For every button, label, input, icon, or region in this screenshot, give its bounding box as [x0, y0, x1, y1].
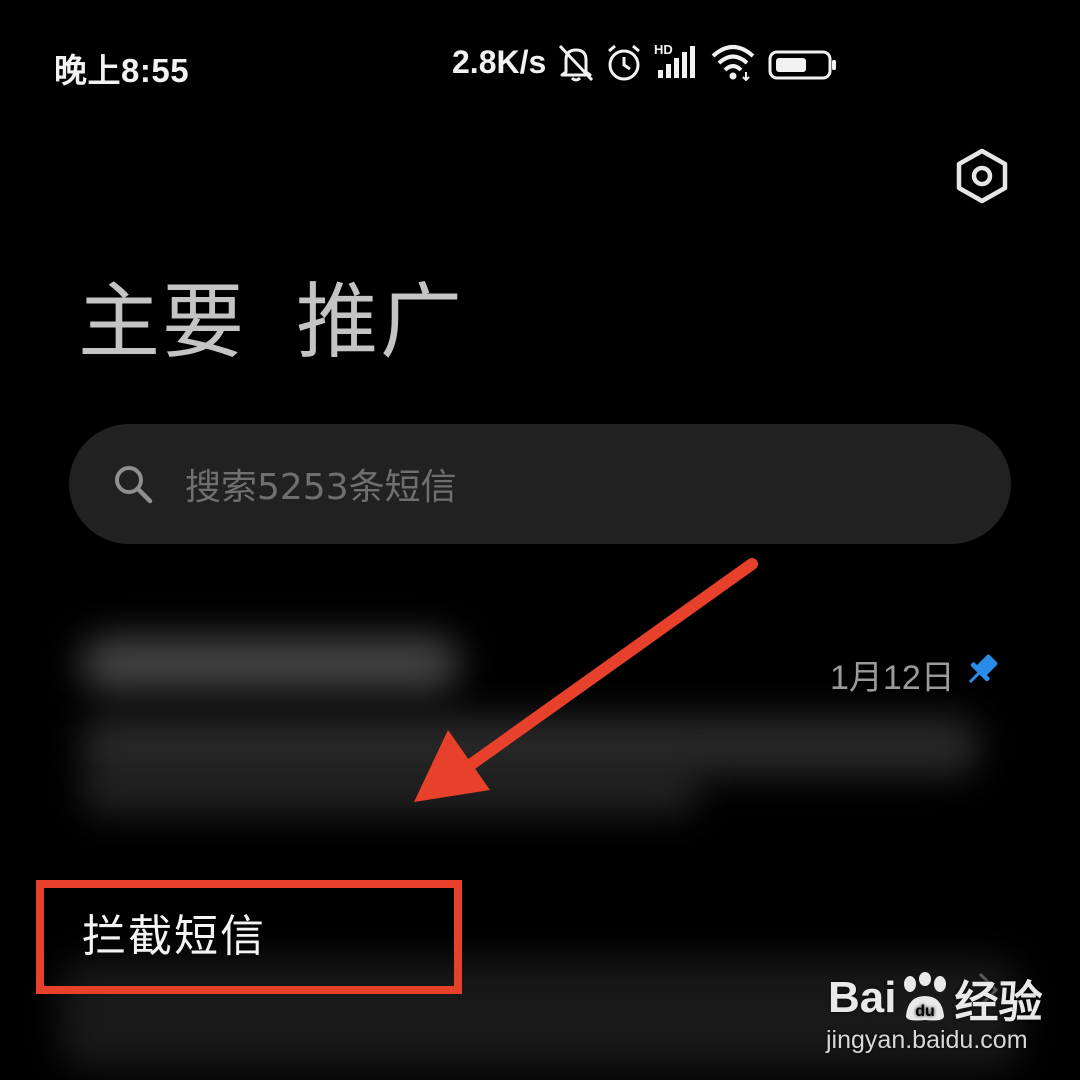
network-speed: 2.8K/s — [452, 44, 547, 80]
blurred-sender — [80, 636, 460, 692]
tab-promotions[interactable]: 推广 — [296, 277, 464, 368]
alarm-icon — [608, 44, 640, 81]
search-input[interactable]: 搜索5253条短信 — [185, 458, 457, 510]
tab-bar: 主要 推广 — [78, 277, 464, 368]
battery-icon — [768, 50, 836, 80]
baidu-paw-icon: du — [898, 972, 952, 1024]
bell-off-icon — [558, 44, 594, 82]
search-icon — [111, 462, 155, 506]
search-bar[interactable]: 搜索5253条短信 — [69, 424, 1011, 544]
watermark-brand-right: 经验 — [954, 978, 1043, 1027]
watermark-url: jingyan.baidu.com — [826, 1026, 1028, 1054]
tab-primary[interactable]: 主要 — [78, 277, 246, 368]
wifi-icon — [711, 45, 755, 82]
watermark-brand-mid: du — [916, 1003, 936, 1020]
settings-button[interactable] — [952, 146, 1012, 206]
blurred-message-preview-2 — [80, 766, 700, 816]
message-date: 1月12日 — [830, 659, 955, 697]
hd-signal-icon: HD — [654, 42, 698, 82]
watermark-brand-left: Bai — [828, 973, 897, 1022]
baidu-watermark-logo: Bai du 经验 — [828, 966, 1042, 1030]
hexagon-gear-icon — [956, 148, 1008, 204]
annotation-highlight-box — [36, 880, 462, 994]
status-time: 晚上8:55 — [54, 52, 190, 89]
pin-icon — [968, 654, 998, 684]
